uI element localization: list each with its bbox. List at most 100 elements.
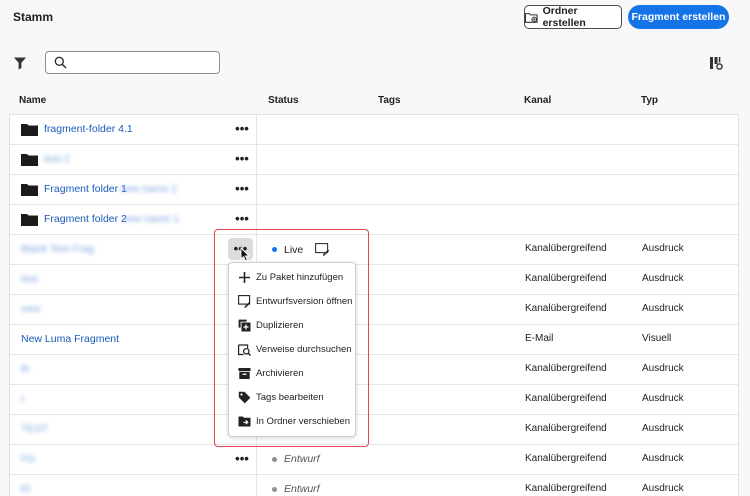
name-cell: fragment-folder 4.1 •••: [10, 115, 257, 144]
column-header-name[interactable]: Name: [19, 95, 46, 106]
type-cell: Ausdruck: [642, 243, 684, 254]
channel-cell: Kanalübergreifend: [525, 453, 607, 464]
table-row[interactable]: FG ••• Entwurf Kanalübergreifend Ausdruc…: [10, 445, 738, 475]
column-header-type[interactable]: Typ: [641, 95, 658, 106]
menu-item-edit-tags[interactable]: Tags bearbeiten: [229, 386, 357, 410]
channel-cell: Kanalübergreifend: [525, 423, 607, 434]
context-menu: Zu Paket hinzufügen Entwurfsversion öffn…: [228, 262, 356, 437]
folder-icon: [21, 154, 38, 166]
type-cell: Visuell: [642, 333, 672, 344]
row-name[interactable]: New Luma Fragment: [21, 333, 119, 345]
table-row[interactable]: test Kanalübergreifend Ausdruck: [10, 265, 738, 295]
fragments-table: fragment-folder 4.1 ••• test 2 ••• Fragm…: [9, 114, 739, 496]
type-cell: Ausdruck: [642, 483, 684, 494]
page-title: Stamm: [13, 10, 54, 24]
folder-icon: [21, 184, 38, 196]
channel-cell: Kanalübergreifend: [525, 393, 607, 404]
menu-item-open-draft[interactable]: Entwurfsversion öffnen: [229, 290, 357, 314]
search-icon: [54, 56, 67, 69]
table-row[interactable]: th Kanalübergreifend Ausdruck: [10, 355, 738, 385]
menu-item-archive[interactable]: Archivieren: [229, 362, 357, 386]
folder-icon: [21, 124, 38, 136]
search-references-icon: [238, 344, 251, 356]
channel-cell: Kanalübergreifend: [525, 243, 607, 254]
row-name[interactable]: TEST: [21, 423, 48, 435]
channel-cell: Kanalübergreifend: [525, 303, 607, 314]
status-cell: Entwurf: [272, 453, 320, 465]
menu-item-label: Verweise durchsuchen: [256, 344, 352, 355]
table-row[interactable]: Blank Test Frag ••• Live Kanalübergreife…: [10, 235, 738, 265]
table-row[interactable]: Fragment folder 1 new name 2 •••: [10, 175, 738, 205]
menu-item-move-to-folder[interactable]: In Ordner verschieben: [229, 410, 357, 434]
archive-icon: [238, 368, 251, 379]
create-folder-label: Ordner erstellen: [542, 5, 586, 29]
row-name-suffix: new name 2: [120, 183, 178, 195]
table-row[interactable]: New Luma Fragment E-Mail Visuell: [10, 325, 738, 355]
type-cell: Ausdruck: [642, 393, 684, 404]
tag-icon: [238, 391, 251, 404]
table-row[interactable]: TEST Kanalübergreifend Ausdruck: [10, 415, 738, 445]
mouse-cursor-icon: [240, 247, 251, 262]
row-name[interactable]: Fragment folder 2: [44, 213, 127, 225]
more-actions-button[interactable]: •••: [234, 182, 250, 196]
table-row[interactable]: new Kanalübergreifend Ausdruck: [10, 295, 738, 325]
menu-item-add-to-package[interactable]: Zu Paket hinzufügen: [229, 266, 357, 290]
row-name[interactable]: new: [21, 303, 40, 315]
type-cell: Ausdruck: [642, 303, 684, 314]
table-header: Name Status Tags Kanal Typ: [0, 92, 750, 114]
table-row[interactable]: fragment-folder 4.1 •••: [10, 115, 738, 145]
menu-item-label: Duplizieren: [256, 320, 304, 331]
table-row[interactable]: t Kanalübergreifend Ausdruck: [10, 385, 738, 415]
row-name-suffix[interactable]: test 2: [44, 153, 70, 165]
name-cell: Fragment folder 1 new name 2 •••: [10, 175, 257, 204]
menu-item-label: Tags bearbeiten: [256, 392, 324, 403]
menu-item-label: Archivieren: [256, 368, 304, 379]
more-actions-button[interactable]: •••: [234, 212, 250, 226]
create-fragment-button[interactable]: Fragment erstellen: [628, 5, 729, 29]
column-header-status[interactable]: Status: [268, 95, 299, 106]
row-name[interactable]: th: [21, 363, 30, 375]
row-name[interactable]: t: [21, 393, 24, 405]
create-fragment-label: Fragment erstellen: [631, 11, 726, 23]
channel-cell: Kanalübergreifend: [525, 273, 607, 284]
create-folder-button[interactable]: Ordner erstellen: [524, 5, 622, 29]
draft-edit-icon: [238, 295, 251, 308]
menu-item-label: Zu Paket hinzufügen: [256, 272, 344, 283]
table-row[interactable]: Fragment folder 2 new name 1 •••: [10, 205, 738, 235]
type-cell: Ausdruck: [642, 363, 684, 374]
column-header-tags[interactable]: Tags: [378, 95, 401, 106]
menu-item-duplicate[interactable]: Duplizieren: [229, 314, 357, 338]
row-name[interactable]: Kl: [21, 483, 30, 495]
column-settings-icon[interactable]: [709, 56, 723, 70]
more-actions-button[interactable]: •••: [234, 452, 250, 466]
table-row[interactable]: Kl Entwurf Kanalübergreifend Ausdruck: [10, 475, 738, 496]
row-name[interactable]: Blank Test Frag: [21, 243, 94, 255]
row-name[interactable]: fragment-folder 4.1: [44, 123, 133, 135]
name-cell: Kl: [10, 475, 257, 496]
menu-item-browse-references[interactable]: Verweise durchsuchen: [229, 338, 357, 362]
row-name[interactable]: test: [21, 273, 38, 285]
row-name-suffix: new name 1: [122, 213, 180, 225]
type-cell: Ausdruck: [642, 453, 684, 464]
more-actions-button[interactable]: •••: [234, 122, 250, 136]
status-dot-draft: [272, 486, 277, 492]
channel-cell: Kanalübergreifend: [525, 363, 607, 374]
column-header-channel[interactable]: Kanal: [524, 95, 551, 106]
status-dot-draft: [272, 456, 277, 462]
search-field[interactable]: [45, 51, 220, 74]
duplicate-icon: [238, 319, 251, 332]
row-name[interactable]: Fragment folder 1: [44, 183, 127, 195]
more-actions-button[interactable]: •••: [234, 152, 250, 166]
search-input[interactable]: [74, 54, 214, 71]
row-name[interactable]: FG: [21, 453, 36, 465]
move-folder-icon: [238, 416, 251, 427]
status-label: Entwurf: [284, 483, 320, 495]
channel-cell: Kanalübergreifend: [525, 483, 607, 494]
filter-icon[interactable]: [13, 56, 27, 70]
type-cell: Ausdruck: [642, 423, 684, 434]
menu-item-label: Entwurfsversion öffnen: [256, 296, 353, 307]
status-cell: Entwurf: [272, 483, 320, 495]
plus-icon: [239, 272, 250, 283]
status-label: Entwurf: [284, 453, 320, 465]
table-row[interactable]: test 2 •••: [10, 145, 738, 175]
